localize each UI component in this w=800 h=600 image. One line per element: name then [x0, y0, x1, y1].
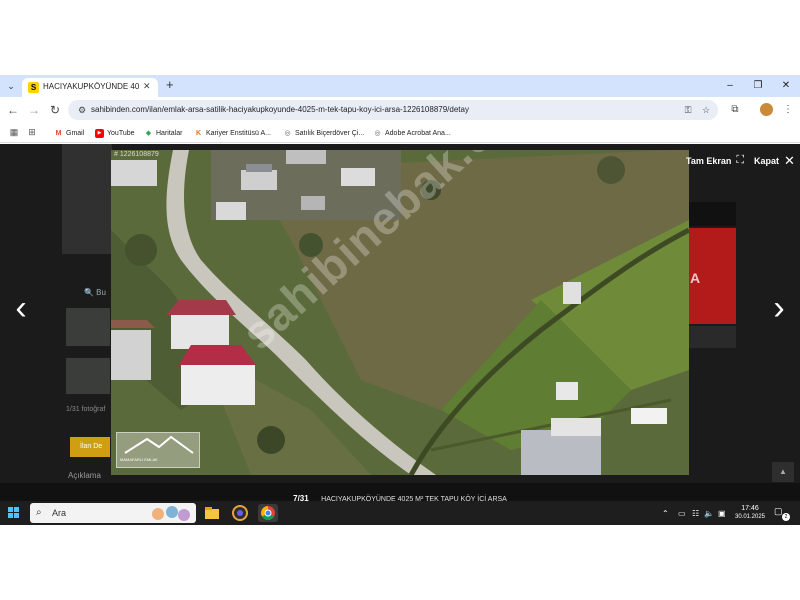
bookmark-kariyer[interactable]: K Kariyer Enstitüsü A... [194, 127, 271, 139]
caption-bar: 7/31 HACIYAKUPKÖYÜNDE 4025 M² TEK TAPU K… [0, 483, 800, 503]
menu-dots-icon[interactable]: ⋮ [780, 102, 796, 118]
background-ilan-label: İlan De [80, 443, 103, 450]
forward-arrow-icon[interactable]: → [26, 102, 42, 118]
file-explorer-icon[interactable] [202, 504, 222, 522]
close-lightbox-button[interactable]: Kapat ✕ [754, 153, 795, 169]
taskbar-search-label: Ara [52, 508, 67, 518]
search-highlight-art-icon [152, 506, 190, 521]
agency-logo-text: MAMAFARLI EMLAK [120, 457, 158, 462]
tab-strip: ⌄ S HACIYAKUPKÖYÜNDE 4025 M² T ✕ + – ❐ ✕ [0, 75, 800, 97]
bookmark-bicerdover[interactable]: ◎ Satılık Biçerdöver Çi... [283, 127, 364, 139]
close-window-button[interactable]: ✕ [772, 75, 800, 97]
gmail-icon: M [54, 128, 63, 138]
url-text[interactable]: sahibinden.com/ilan/emlak-arsa-satilik-h… [91, 105, 469, 114]
restore-button[interactable]: ❐ [744, 75, 772, 97]
key-icon[interactable]: ⚿ [682, 104, 694, 116]
maps-icon: ◆ [144, 128, 153, 138]
active-tab[interactable]: S HACIYAKUPKÖYÜNDE 4025 M² T ✕ [22, 78, 158, 97]
battery-icon[interactable]: ▭ [678, 509, 686, 518]
site-info-icon[interactable]: ⚙ [76, 104, 88, 116]
background-banner-letter: A [690, 270, 701, 286]
agency-logo-mark [124, 435, 194, 454]
tab-title: HACIYAKUPKÖYÜNDE 4025 M² T [43, 82, 139, 91]
chrome-icon[interactable] [258, 504, 278, 522]
scroll-top-arrow-icon[interactable]: ▲ [772, 462, 794, 482]
listing-code: # 1226108879 [114, 151, 159, 158]
close-icon: ✕ [784, 153, 795, 168]
bookmarks-bar: ▦ ⊞ M Gmail ▶ YouTube ◆ Haritalar K Kari… [0, 123, 800, 143]
expand-icon: ⛶ [736, 154, 745, 166]
tab-close-icon[interactable]: ✕ [143, 81, 151, 92]
window-controls: – ❐ ✕ [716, 75, 800, 97]
back-arrow-icon[interactable]: ← [5, 102, 21, 118]
bookmark-label: Haritalar [156, 129, 183, 137]
agency-logo [116, 432, 200, 468]
new-tab-button[interactable]: + [166, 78, 174, 92]
bookmark-gmail[interactable]: M Gmail [54, 127, 84, 139]
address-bar[interactable]: ⚙ sahibinden.com/ilan/emlak-arsa-satilik… [68, 100, 718, 120]
close-label: Kapat [754, 156, 780, 166]
bookmark-maps[interactable]: ◆ Haritalar [144, 127, 182, 139]
full-screen-button[interactable]: Tam Ekran ⛶ [686, 154, 744, 167]
search-icon: ⌕ [36, 507, 42, 518]
globe-icon: ◎ [283, 128, 292, 138]
background-search-label: 🔍 Bu [84, 288, 106, 297]
notification-count: 2 [782, 513, 790, 521]
bookmark-label: Adobe Acrobat Ana... [385, 129, 451, 137]
tab-search-icon[interactable]: ⌄ [4, 79, 18, 93]
background-thumbnail [66, 358, 110, 394]
globe-icon: ◎ [373, 128, 382, 138]
page-content: 🔍 Bu 1/31 fotoğraf İlan De Açıklama A # … [0, 144, 800, 500]
previous-photo-arrow-icon[interactable]: ‹ [8, 288, 34, 328]
browser-app-icon[interactable] [230, 504, 250, 522]
minimize-button[interactable]: – [716, 75, 744, 97]
grid-icon[interactable]: ⊞ [26, 126, 38, 138]
bookmark-youtube[interactable]: ▶ YouTube [95, 127, 135, 139]
bookmark-label: Gmail [66, 129, 85, 137]
bookmark-acrobat[interactable]: ◎ Adobe Acrobat Ana... [373, 127, 451, 139]
profile-avatar[interactable] [760, 103, 773, 116]
background-photo-count: 1/31 fotoğraf [66, 406, 106, 413]
network-icon[interactable]: ☷ [692, 509, 699, 518]
clock-date: 30.01.2025 [734, 514, 766, 520]
volume-icon[interactable]: 🔈 [704, 509, 714, 518]
bookmark-label: YouTube [107, 129, 135, 137]
sahibinden-favicon-icon: S [28, 82, 39, 93]
taskbar: ⌕ Ara ⌃ ▭ ☷ 🔈 ▣ 17:46 30.01.2025 ▢ 2 [0, 501, 800, 525]
bookmark-label: Satılık Biçerdöver Çi... [295, 129, 365, 137]
clock-time: 17:46 [741, 505, 759, 512]
background-description-heading: Açıklama [68, 471, 101, 480]
next-photo-arrow-icon[interactable]: › [766, 288, 792, 328]
apps-icon[interactable]: ▦ [8, 126, 20, 138]
bookmark-star-icon[interactable]: ☆ [700, 104, 712, 116]
kariyer-icon: K [194, 128, 203, 138]
youtube-icon: ▶ [95, 128, 104, 138]
background-photo [62, 144, 112, 254]
taskbar-clock[interactable]: 17:46 30.01.2025 [732, 504, 768, 521]
full-screen-label: Tam Ekran [686, 155, 732, 166]
bookmark-label: Kariyer Enstitüsü A... [206, 129, 271, 137]
aerial-photo: sahibinebak.com [111, 150, 689, 475]
reload-icon[interactable]: ↻ [47, 102, 63, 118]
tray-chevron-icon[interactable]: ⌃ [662, 509, 669, 518]
windows-start-icon[interactable] [8, 507, 20, 519]
browser-toolbar: ← → ↻ ⚙ sahibinden.com/ilan/emlak-arsa-s… [0, 97, 800, 123]
background-thumbnail [66, 308, 110, 346]
background-banner-top [688, 202, 736, 226]
background-block [688, 326, 736, 348]
taskbar-search-box[interactable]: ⌕ Ara [30, 503, 196, 523]
extensions-icon[interactable]: ⧉ [727, 102, 743, 118]
display-icon[interactable]: ▣ [718, 509, 726, 518]
screen: ⌄ S HACIYAKUPKÖYÜNDE 4025 M² T ✕ + – ❐ ✕… [0, 75, 800, 525]
